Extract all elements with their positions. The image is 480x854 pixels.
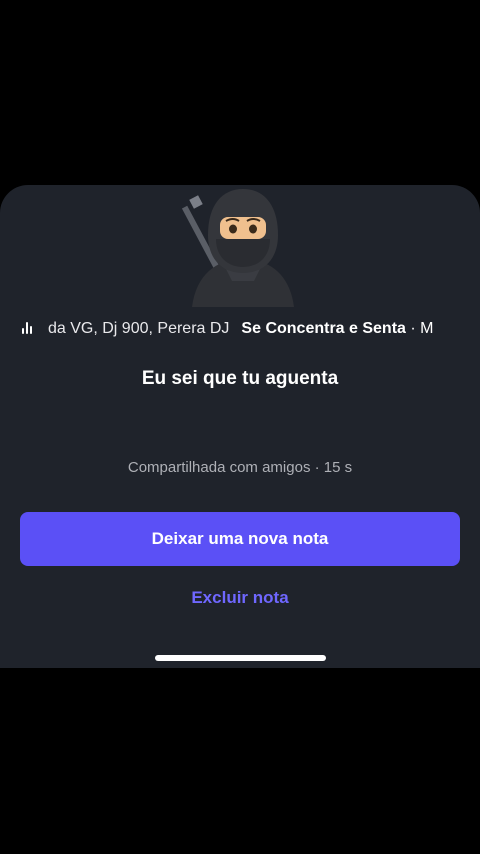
note-bottom-sheet: da VG, Dj 900, Perera DJ Se Concentra e S… (0, 185, 480, 668)
music-artists: da VG, Dj 900, Perera DJ (48, 320, 230, 337)
note-text: Eu sei que tu aguenta (141, 368, 339, 389)
equalizer-icon (22, 322, 36, 336)
music-song: Se Concentra e Senta (241, 320, 406, 337)
music-separator: · (410, 320, 416, 337)
music-ticker[interactable]: da VG, Dj 900, Perera DJ Se Concentra e S… (0, 318, 480, 340)
music-info: da VG, Dj 900, Perera DJ Se Concentra e S… (48, 318, 433, 340)
ninja-avatar-icon (182, 189, 294, 307)
delete-note-button[interactable]: Excluir nota (0, 588, 480, 608)
music-next-truncated: M (420, 320, 434, 337)
home-indicator[interactable] (155, 655, 326, 661)
note-meta: Compartilhada com amigos · 15 s (127, 459, 353, 476)
leave-new-note-button[interactable]: Deixar uma nova nota (20, 512, 460, 566)
